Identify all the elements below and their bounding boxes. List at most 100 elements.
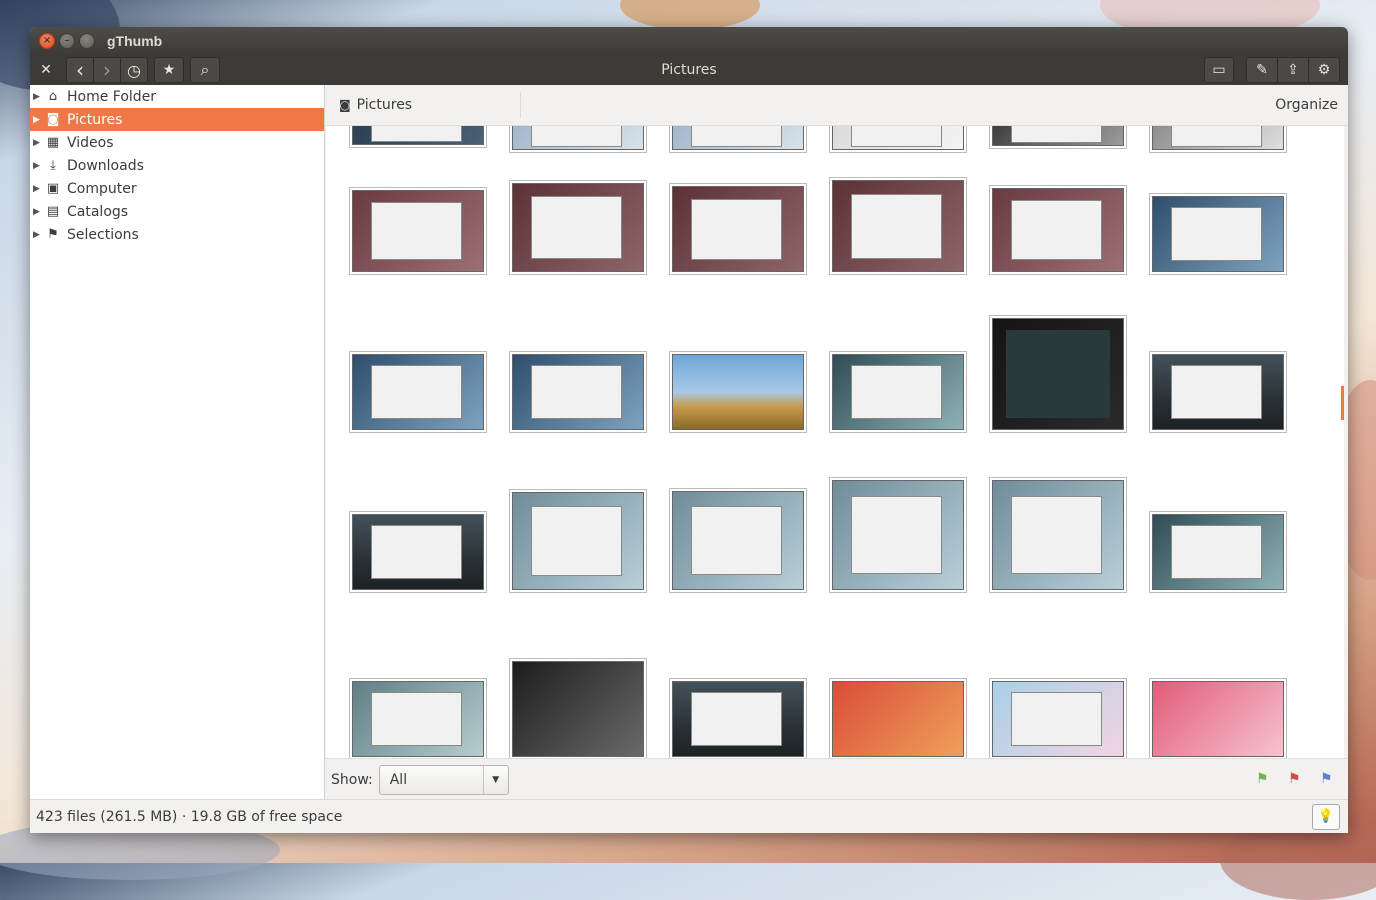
catalog-icon: ▤ — [46, 204, 60, 219]
sidebar-item-selections[interactable]: ▶ ⚑ Selections — [30, 223, 324, 246]
expander-icon[interactable]: ▶ — [33, 138, 45, 148]
image-thumbnail[interactable] — [672, 491, 804, 590]
tools-button[interactable]: ✎ — [1247, 58, 1278, 82]
expander-icon[interactable]: ▶ — [33, 207, 45, 217]
share-button[interactable]: ⇪ — [1278, 58, 1309, 82]
sidebar-item-label: Catalogs — [67, 203, 129, 220]
image-thumbnail[interactable] — [832, 354, 964, 430]
image-thumbnail[interactable] — [832, 480, 964, 590]
search-button[interactable]: ⌕ — [190, 57, 220, 83]
lightbulb-icon[interactable]: 💡 — [1312, 804, 1340, 830]
image-thumbnail[interactable] — [352, 514, 484, 590]
green-flag-icon[interactable]: ⚑ — [1256, 771, 1274, 787]
image-thumbnail[interactable] — [992, 126, 1124, 146]
sidebar-item-videos[interactable]: ▶ ▦ Videos — [30, 131, 324, 154]
show-label: Show: — [331, 771, 373, 788]
sidebar-item-downloads[interactable]: ▶ ⤓ Downloads — [30, 154, 324, 177]
star-icon: ★ — [162, 62, 176, 78]
sidebar-item-catalogs[interactable]: ▶ ▤ Catalogs — [30, 200, 324, 223]
expander-icon[interactable]: ▶ — [33, 161, 45, 171]
image-thumbnail[interactable] — [352, 190, 484, 272]
thumbnail-preview-window — [851, 193, 942, 259]
image-thumbnail[interactable] — [672, 354, 804, 430]
actions-group: ✎ ⇪ ⚙ — [1246, 57, 1340, 83]
expander-icon[interactable]: ▶ — [33, 230, 45, 240]
sidebar-item-pictures[interactable]: ▶ ◙ Pictures — [30, 108, 324, 131]
image-thumbnail[interactable] — [512, 126, 644, 150]
thumbnail-preview-window — [371, 202, 462, 261]
history-button[interactable]: ◷ — [121, 58, 147, 82]
filter-select[interactable]: All ▼ — [378, 764, 509, 795]
image-thumbnail[interactable] — [1152, 354, 1284, 430]
thumbnail-preview-window — [1011, 200, 1102, 260]
sidebar: ▶ ⌂ Home Folder ▶ ◙ Pictures ▶ ▦ Videos … — [30, 85, 325, 799]
thumbnail-preview-window — [1011, 496, 1102, 574]
expander-icon[interactable]: ▶ — [33, 115, 45, 125]
window-close-button[interactable]: × — [39, 33, 55, 49]
image-thumbnail[interactable] — [992, 188, 1124, 272]
thumbnail-preview-window — [1011, 126, 1102, 144]
presentation-button[interactable]: ▭ — [1204, 57, 1234, 83]
flag-icon: ⚑ — [47, 227, 59, 242]
thumbnail-preview-window — [851, 365, 942, 420]
red-flag-icon[interactable]: ⚑ — [1288, 771, 1306, 787]
status-bar: 423 files (261.5 MB) · 19.8 GB of free s… — [30, 799, 1348, 833]
close-icon: ✕ — [40, 62, 52, 78]
thumbnail-preview-window — [1171, 207, 1262, 262]
scrollbar-indicator[interactable] — [1341, 386, 1344, 420]
close-browser-button[interactable]: ✕ — [32, 58, 60, 82]
image-thumbnail[interactable] — [832, 681, 964, 757]
image-thumbnail[interactable] — [672, 681, 804, 757]
image-thumbnail[interactable] — [672, 126, 804, 150]
image-thumbnail[interactable] — [512, 492, 644, 590]
browser-content: ▶ ⌂ Home Folder ▶ ◙ Pictures ▶ ▦ Videos … — [30, 85, 1348, 833]
thumbnail-preview-window — [851, 126, 942, 147]
preferences-button[interactable]: ⚙ — [1309, 58, 1339, 82]
image-thumbnail[interactable] — [512, 183, 644, 272]
bookmarks-button[interactable]: ★ — [154, 57, 184, 83]
filter-value: All — [389, 771, 408, 788]
camera-icon: ◙ — [46, 112, 60, 127]
sidebar-item-home-folder[interactable]: ▶ ⌂ Home Folder — [30, 85, 324, 108]
thumbnail-preview-window — [1171, 365, 1262, 420]
sidebar-item-label: Downloads — [67, 157, 144, 174]
thumbnail-preview-window — [691, 692, 782, 747]
thumbnail-preview-window — [371, 692, 462, 747]
blue-flag-icon[interactable]: ⚑ — [1320, 771, 1338, 787]
organize-button[interactable]: Organize — [1275, 97, 1338, 113]
thumbnail-preview-window — [371, 525, 462, 580]
window-minimize-button[interactable]: – — [59, 33, 75, 49]
back-button[interactable]: ‹ — [67, 58, 94, 82]
thumbnail-preview-window — [531, 126, 622, 147]
forward-button[interactable]: › — [94, 58, 121, 82]
image-thumbnail[interactable] — [1152, 126, 1284, 150]
image-thumbnail[interactable] — [832, 126, 964, 150]
image-thumbnail[interactable] — [352, 354, 484, 430]
image-thumbnail[interactable] — [512, 354, 644, 430]
image-thumbnail[interactable] — [512, 661, 644, 757]
image-thumbnail[interactable] — [992, 681, 1124, 757]
image-thumbnail[interactable] — [352, 681, 484, 757]
wallpaper-leaf — [620, 0, 760, 30]
image-thumbnail[interactable] — [352, 126, 484, 145]
thumbnail-preview-window — [691, 198, 782, 260]
image-thumbnail[interactable] — [1152, 514, 1284, 590]
presentation-icon: ▭ — [1212, 62, 1226, 78]
thumbnail-grid — [326, 126, 1344, 758]
expander-icon[interactable]: ▶ — [33, 184, 45, 194]
navigation-group: ‹ › ◷ — [66, 57, 148, 83]
image-thumbnail[interactable] — [672, 186, 804, 272]
location-label: ◙ Pictures — [339, 92, 522, 118]
image-thumbnail[interactable] — [832, 180, 964, 272]
image-thumbnail[interactable] — [992, 318, 1124, 430]
camera-icon: ◙ — [339, 98, 351, 112]
sidebar-item-label: Computer — [67, 180, 137, 197]
image-thumbnail[interactable] — [992, 480, 1124, 590]
expander-icon[interactable]: ▶ — [33, 92, 45, 102]
sidebar-item-computer[interactable]: ▶ ▣ Computer — [30, 177, 324, 200]
image-thumbnail[interactable] — [1152, 196, 1284, 272]
sidebar-item-label: Home Folder — [67, 88, 157, 105]
image-thumbnail[interactable] — [1152, 681, 1284, 757]
chevron-down-icon: ▼ — [482, 765, 508, 794]
window-maximize-button[interactable] — [79, 33, 95, 49]
